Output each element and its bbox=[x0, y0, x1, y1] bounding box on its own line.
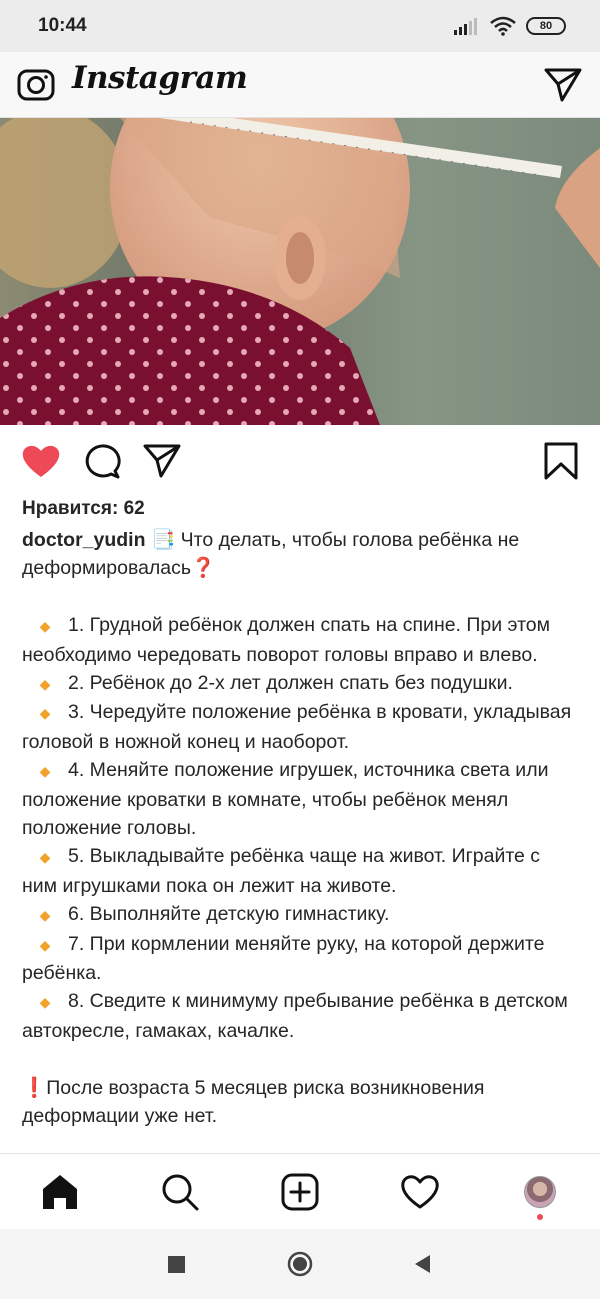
bullet-diamond-icon: ◆ bbox=[39, 705, 51, 722]
list-item: ◆ 3. Чередуйте положение ребёнка в кроват… bbox=[22, 698, 580, 756]
list-item-text: 2. Ребёнок до 2-х лет должен спать без п… bbox=[68, 672, 513, 695]
app-logo: Instagram bbox=[72, 60, 248, 96]
caption-spacer bbox=[22, 1045, 580, 1073]
bookmark-icon[interactable] bbox=[540, 441, 582, 481]
list-item-text: 8. Сведите к минимуму пребывание ребёнка… bbox=[22, 990, 568, 1042]
list-item-text: 5. Выкладывайте ребёнка чаще на живот. И… bbox=[22, 845, 541, 897]
search-icon[interactable] bbox=[160, 1172, 200, 1212]
list-item-text: 1. Грудной ребёнок должен спать на спине… bbox=[22, 614, 551, 666]
bullet-diamond-icon: ◆ bbox=[39, 676, 51, 693]
wifi-icon bbox=[490, 16, 516, 36]
bullet-diamond-icon: ◆ bbox=[39, 907, 51, 924]
list-item: ◆ 4. Меняйте положение игрушек, источника… bbox=[22, 756, 580, 842]
heart-outline-icon[interactable] bbox=[400, 1172, 440, 1212]
list-item-text: 7. При кормлении меняйте руку, на которо… bbox=[22, 932, 545, 985]
warning-note: ❗После возраста 5 месяцев риска возникно… bbox=[22, 1074, 580, 1131]
warning-text: После возраста 5 месяцев риска возникнов… bbox=[22, 1076, 485, 1128]
status-indicators: 80 bbox=[454, 16, 566, 36]
post-image[interactable] bbox=[0, 118, 600, 425]
bullet-diamond-icon: ◆ bbox=[39, 994, 51, 1011]
post-photo-art bbox=[0, 118, 600, 425]
list-item-text: 4. Меняйте положение игрушек, источника … bbox=[22, 759, 549, 840]
notification-dot bbox=[537, 1214, 543, 1220]
bullet-diamond-icon: ◆ bbox=[39, 763, 51, 780]
battery-level: 80 bbox=[539, 20, 553, 32]
avatar[interactable] bbox=[524, 1176, 556, 1208]
bottom-nav bbox=[0, 1153, 600, 1229]
comment-icon[interactable] bbox=[81, 441, 123, 481]
question-emoji: ❓ bbox=[191, 557, 216, 580]
list-item: ◆ 1. Грудной ребёнок должен спать на спин… bbox=[22, 611, 580, 669]
battery-indicator: 80 bbox=[526, 17, 566, 35]
bullet-diamond-icon: ◆ bbox=[39, 849, 51, 866]
add-post-icon[interactable] bbox=[280, 1172, 320, 1212]
bullet-diamond-icon: ◆ bbox=[39, 618, 51, 635]
home-icon[interactable] bbox=[40, 1172, 80, 1212]
list-item: ◆ 7. При кормлении меняйте руку, на котор… bbox=[22, 930, 580, 988]
list-item: ◆ 6. Выполняйте детскую гимнастику. bbox=[22, 900, 580, 929]
share-icon[interactable] bbox=[141, 441, 183, 481]
exclamation-emoji: ❗ bbox=[22, 1076, 47, 1099]
author-username[interactable]: doctor_yudin bbox=[22, 529, 146, 551]
camera-icon[interactable] bbox=[16, 64, 56, 104]
list-item: ◆ 8. Сведите к минимуму пребывание ребёнк… bbox=[22, 987, 580, 1045]
list-item-text: 6. Выполняйте детскую гимнастику. bbox=[68, 903, 390, 926]
status-bar: 10:44 80 bbox=[0, 0, 600, 52]
triangle-back-icon[interactable] bbox=[410, 1251, 436, 1277]
caption-title: doctor_yudin 📑 Что делать, чтобы голова … bbox=[22, 526, 580, 583]
post-actions bbox=[0, 425, 600, 495]
circle-icon[interactable] bbox=[287, 1251, 313, 1277]
status-time: 10:44 bbox=[38, 15, 87, 36]
signal-icon bbox=[454, 18, 477, 35]
square-icon[interactable] bbox=[163, 1251, 189, 1277]
clipboard-emoji: 📑 bbox=[150, 529, 176, 551]
list-item-text: 3. Чередуйте положение ребёнка в кровати… bbox=[22, 701, 572, 753]
app-header: Instagram bbox=[0, 52, 600, 118]
likes-count[interactable]: Нравится: 62 bbox=[22, 498, 145, 520]
list-item: ◆ 2. Ребёнок до 2-х лет должен спать без … bbox=[22, 669, 580, 698]
caption-spacer bbox=[22, 583, 580, 611]
list-item: ◆ 5. Выкладывайте ребёнка чаще на живот. … bbox=[22, 842, 580, 900]
heart-icon[interactable] bbox=[20, 441, 62, 481]
system-nav-bar bbox=[0, 1229, 600, 1299]
bullet-diamond-icon: ◆ bbox=[39, 936, 51, 953]
post-caption: doctor_yudin 📑 Что делать, чтобы голова … bbox=[22, 526, 580, 1131]
direct-message-icon[interactable] bbox=[542, 64, 584, 104]
